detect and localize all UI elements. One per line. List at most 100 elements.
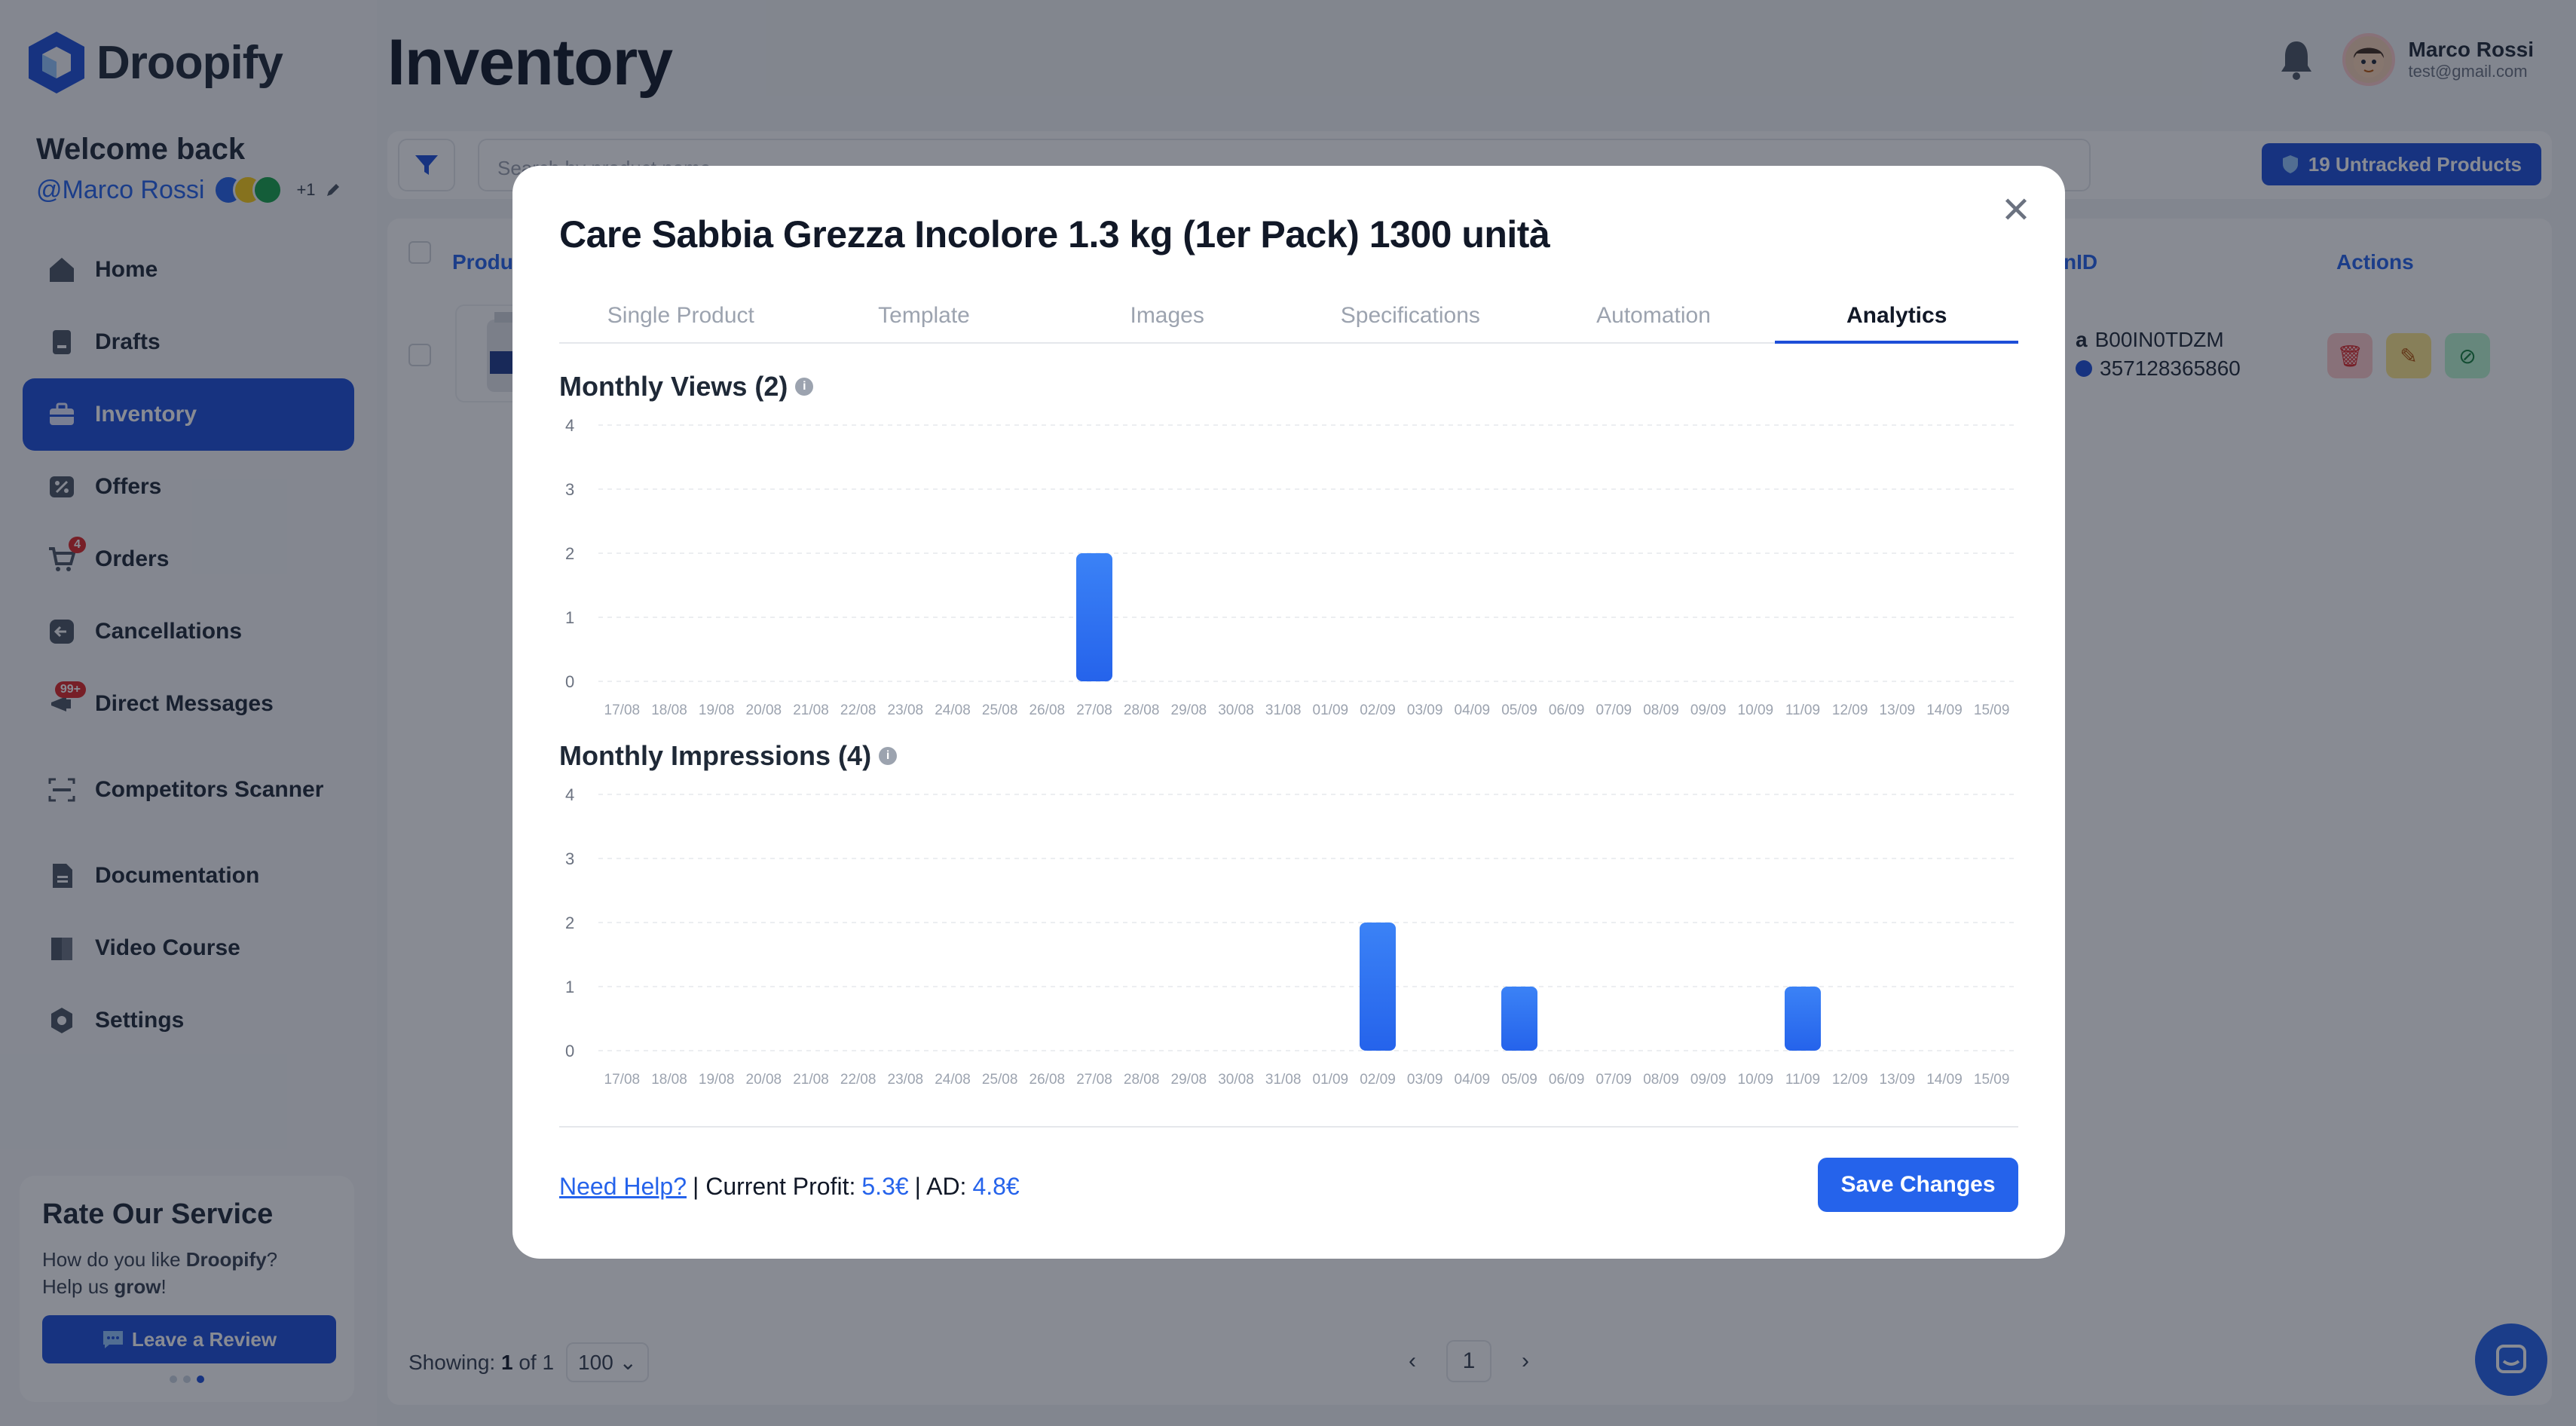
y-tick-label: 4: [565, 785, 574, 804]
x-tick-label: 31/08: [1265, 1072, 1302, 1088]
modal-footer: Need Help? | Current Profit: 5.3€ | AD: …: [559, 1173, 1020, 1201]
x-tick-label: 06/09: [1549, 1072, 1585, 1088]
y-tick-label: 0: [565, 1042, 574, 1060]
x-tick-label: 02/09: [1360, 702, 1396, 718]
chart-title: Monthly Impressions (4) i: [559, 740, 2018, 772]
y-tick-label: 2: [565, 913, 574, 932]
x-tick-label: 17/08: [604, 1072, 641, 1088]
tab-automation[interactable]: Automation: [1532, 294, 1776, 342]
x-tick-label: 07/09: [1596, 1072, 1632, 1088]
x-tick-label: 01/09: [1313, 1072, 1349, 1088]
x-tick-label: 13/09: [1880, 1072, 1916, 1088]
x-tick-label: 23/08: [888, 702, 924, 718]
x-tick-label: 18/08: [651, 702, 687, 718]
bar: [1785, 987, 1821, 1051]
ad-value: 4.8€: [972, 1173, 1020, 1200]
x-tick-label: 20/08: [746, 1072, 782, 1088]
bar: [1501, 987, 1537, 1051]
x-tick-label: 08/09: [1643, 1072, 1679, 1088]
x-tick-label: 10/09: [1738, 702, 1774, 718]
x-tick-label: 24/08: [935, 1072, 971, 1088]
need-help-link[interactable]: Need Help?: [559, 1173, 687, 1201]
x-tick-label: 02/09: [1360, 1072, 1396, 1088]
y-tick-label: 1: [565, 978, 574, 996]
x-tick-label: 10/09: [1738, 1072, 1774, 1088]
tab-images[interactable]: Images: [1045, 294, 1289, 342]
bar: [1076, 553, 1112, 681]
x-tick-label: 03/09: [1407, 702, 1443, 718]
x-tick-label: 12/09: [1832, 1072, 1868, 1088]
close-icon[interactable]: ✕: [1997, 191, 2035, 231]
chart-title: Monthly Views (2) i: [559, 371, 2018, 402]
modal-divider: [559, 1126, 2018, 1128]
tab-template[interactable]: Template: [803, 294, 1046, 342]
y-tick-label: 3: [565, 480, 574, 499]
x-tick-label: 14/09: [1926, 702, 1963, 718]
save-changes-button[interactable]: Save Changes: [1818, 1158, 2018, 1212]
tab-analytics[interactable]: Analytics: [1775, 294, 2019, 344]
y-tick-label: 2: [565, 544, 574, 563]
impressions-bar-chart: 0 1 2 3 4 17/08 18/08 19/08 20/08 21/08 22/08 23/08…: [565, 785, 2015, 1088]
x-tick-label: 04/09: [1455, 702, 1491, 718]
x-tick-label: 06/09: [1549, 702, 1585, 718]
x-tick-label: 21/08: [793, 1072, 829, 1088]
x-tick-label: 12/09: [1832, 702, 1868, 718]
x-tick-label: 09/09: [1690, 1072, 1727, 1088]
modal-title: Care Sabbia Grezza Incolore 1.3 kg (1er …: [559, 213, 1550, 256]
profit-label: | Current Profit:: [693, 1173, 856, 1200]
x-tick-label: 30/08: [1218, 702, 1254, 718]
x-tick-label: 19/08: [699, 702, 735, 718]
x-tick-label: 18/08: [651, 1072, 687, 1088]
x-tick-label: 05/09: [1501, 702, 1537, 718]
info-icon[interactable]: i: [795, 378, 814, 396]
y-tick-label: 4: [565, 416, 574, 435]
x-tick-label: 31/08: [1265, 702, 1302, 718]
x-tick-label: 04/09: [1455, 1072, 1491, 1088]
x-tick-label: 26/08: [1029, 702, 1066, 718]
x-tick-label: 28/08: [1124, 1072, 1160, 1088]
x-tick-label: 14/09: [1926, 1072, 1963, 1088]
tab-single-product[interactable]: Single Product: [559, 294, 803, 342]
x-tick-label: 17/08: [604, 702, 641, 718]
product-modal: ✕ Care Sabbia Grezza Incolore 1.3 kg (1e…: [512, 166, 2065, 1259]
x-tick-label: 28/08: [1124, 702, 1160, 718]
x-tick-label: 27/08: [1076, 1072, 1112, 1088]
monthly-impressions-chart: Monthly Impressions (4) i 0 1 2 3 4 17/08 18/0…: [559, 740, 2018, 1094]
x-tick-label: 13/09: [1880, 702, 1916, 718]
x-tick-label: 27/08: [1076, 702, 1112, 718]
modal-tabs: Single Product Template Images Specifica…: [559, 294, 2019, 344]
tab-specifications[interactable]: Specifications: [1289, 294, 1532, 342]
y-tick-label: 1: [565, 608, 574, 627]
bar: [1360, 923, 1396, 1051]
x-tick-label: 11/09: [1785, 702, 1820, 718]
x-tick-label: 15/09: [1974, 1072, 2010, 1088]
x-tick-label: 22/08: [840, 1072, 877, 1088]
x-tick-label: 21/08: [793, 702, 829, 718]
views-bar-chart: 0 1 2 3 4 17/08 18/08 19/08 20/08 21/08 22/08 23/08…: [565, 416, 2015, 718]
ad-label: | AD:: [914, 1173, 967, 1200]
x-tick-label: 24/08: [935, 702, 971, 718]
info-icon[interactable]: i: [879, 747, 898, 765]
x-tick-label: 25/08: [982, 1072, 1018, 1088]
x-tick-label: 26/08: [1029, 1072, 1066, 1088]
monthly-views-chart: Monthly Views (2) i 0 1 2 3 4 17/08 18/08 19/08…: [559, 371, 2018, 725]
profit-value: 5.3€: [861, 1173, 909, 1200]
x-tick-label: 19/08: [699, 1072, 735, 1088]
x-tick-label: 15/09: [1974, 702, 2010, 718]
y-tick-label: 3: [565, 849, 574, 868]
x-tick-label: 01/09: [1313, 702, 1349, 718]
x-tick-label: 09/09: [1690, 702, 1727, 718]
x-tick-label: 25/08: [982, 702, 1018, 718]
x-tick-label: 05/09: [1501, 1072, 1537, 1088]
y-tick-label: 0: [565, 672, 574, 691]
app-root: Droopify Welcome back @Marco Rossi +1 Ho…: [0, 0, 2576, 1426]
x-tick-label: 20/08: [746, 702, 782, 718]
x-tick-label: 23/08: [888, 1072, 924, 1088]
x-tick-label: 22/08: [840, 702, 877, 718]
x-tick-label: 07/09: [1596, 702, 1632, 718]
x-tick-label: 29/08: [1171, 1072, 1207, 1088]
x-tick-label: 08/09: [1643, 702, 1679, 718]
x-tick-label: 30/08: [1218, 1072, 1254, 1088]
x-tick-label: 03/09: [1407, 1072, 1443, 1088]
x-tick-label: 11/09: [1785, 1072, 1820, 1088]
